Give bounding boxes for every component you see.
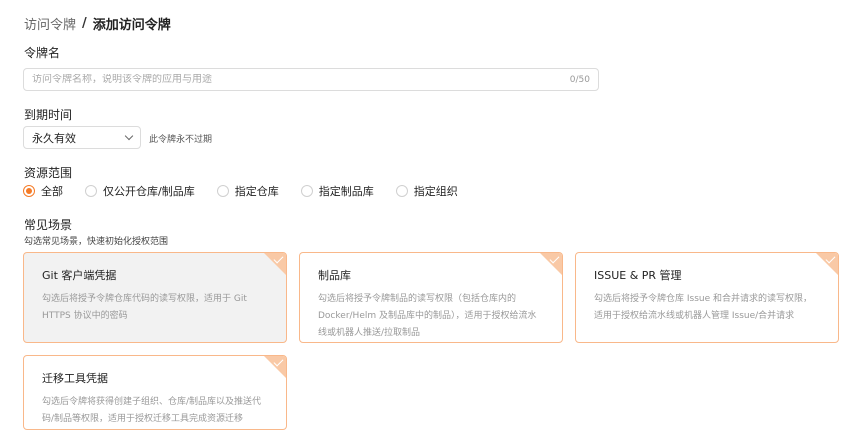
card-description: 勾选后将授予令牌仓库代码的读写权限，适用于 Git HTTPS 协议中的密码 bbox=[42, 294, 247, 321]
token-name-field[interactable]: 0/50 bbox=[23, 68, 599, 91]
breadcrumb-parent-link[interactable]: 访问令牌 bbox=[24, 14, 76, 33]
radio-label: 全部 bbox=[41, 185, 63, 198]
card-description: 勾选后将授予令牌仓库 Issue 和合并请求的读写权限，适用于授权给流水线或机器… bbox=[594, 294, 812, 321]
radio-button[interactable] bbox=[23, 185, 35, 197]
radio-button[interactable] bbox=[395, 185, 408, 197]
scenario-card-issue-pr[interactable]: ISSUE & PR 管理 勾选后将授予令牌仓库 Issue 和合并请求的读写权… bbox=[575, 252, 839, 343]
radio-label: 指定组织 bbox=[413, 185, 458, 198]
scope-label: 资源范围 bbox=[24, 166, 73, 180]
card-title: Git 客户端凭据 bbox=[42, 269, 117, 282]
scenario-card-artifact[interactable]: 制品库 勾选后将授予令牌制品的读写权限（包括仓库内的 Docker/Helm 及… bbox=[299, 252, 563, 343]
scope-radio-group: 全部 仅公开仓库/制品库 指定仓库 指定制品库 指定组织 bbox=[23, 183, 480, 199]
radio-button[interactable] bbox=[85, 185, 97, 197]
token-name-input[interactable] bbox=[32, 74, 570, 85]
card-title: ISSUE & PR 管理 bbox=[594, 269, 682, 282]
radio-button[interactable] bbox=[300, 185, 313, 197]
radio-label: 仅公开仓库/制品库 bbox=[103, 185, 195, 198]
breadcrumb: 访问令牌 / 添加访问令牌 bbox=[24, 14, 171, 33]
expiry-hint: 此令牌永不过期 bbox=[149, 135, 213, 145]
radio-label: 指定仓库 bbox=[234, 185, 279, 198]
page-title: 添加访问令牌 bbox=[92, 18, 171, 33]
scenarios-hint: 勾选常见场景，快速初始化授权范围 bbox=[24, 237, 169, 247]
radio-button[interactable] bbox=[216, 185, 229, 197]
expiry-selected-value: 永久有效 bbox=[32, 131, 76, 145]
breadcrumb-separator: / bbox=[82, 16, 87, 31]
scenario-card-migration[interactable]: 迁移工具凭据 勾选后令牌将获得创建子组织、仓库/制品库以及推送代码/制品等权限，… bbox=[23, 355, 287, 430]
expiry-label: 到期时间 bbox=[24, 108, 73, 122]
scope-radio-artifact[interactable]: 指定制品库 bbox=[300, 183, 374, 199]
scope-radio-repo[interactable]: 指定仓库 bbox=[216, 183, 279, 199]
chevron-down-icon bbox=[124, 131, 134, 141]
card-title: 迁移工具凭据 bbox=[42, 372, 108, 385]
char-counter: 0/50 bbox=[569, 74, 590, 85]
token-name-label: 令牌名 bbox=[24, 46, 61, 60]
scope-radio-public[interactable]: 仅公开仓库/制品库 bbox=[85, 183, 195, 199]
scenarios-label: 常见场景 bbox=[24, 218, 73, 232]
card-description: 勾选后令牌将获得创建子组织、仓库/制品库以及推送代码/制品等权限，适用于授权迁移… bbox=[42, 397, 262, 424]
card-title: 制品库 bbox=[318, 269, 351, 282]
card-description: 勾选后将授予令牌制品的读写权限（包括仓库内的 Docker/Helm 及制品库中… bbox=[318, 294, 537, 338]
scope-radio-org[interactable]: 指定组织 bbox=[395, 183, 458, 199]
radio-label: 指定制品库 bbox=[318, 185, 374, 198]
expiry-select[interactable]: 永久有效 bbox=[23, 126, 141, 149]
scenario-card-git[interactable]: Git 客户端凭据 勾选后将授予令牌仓库代码的读写权限，适用于 Git HTTP… bbox=[23, 252, 287, 343]
scope-radio-all[interactable]: 全部 bbox=[23, 183, 63, 199]
